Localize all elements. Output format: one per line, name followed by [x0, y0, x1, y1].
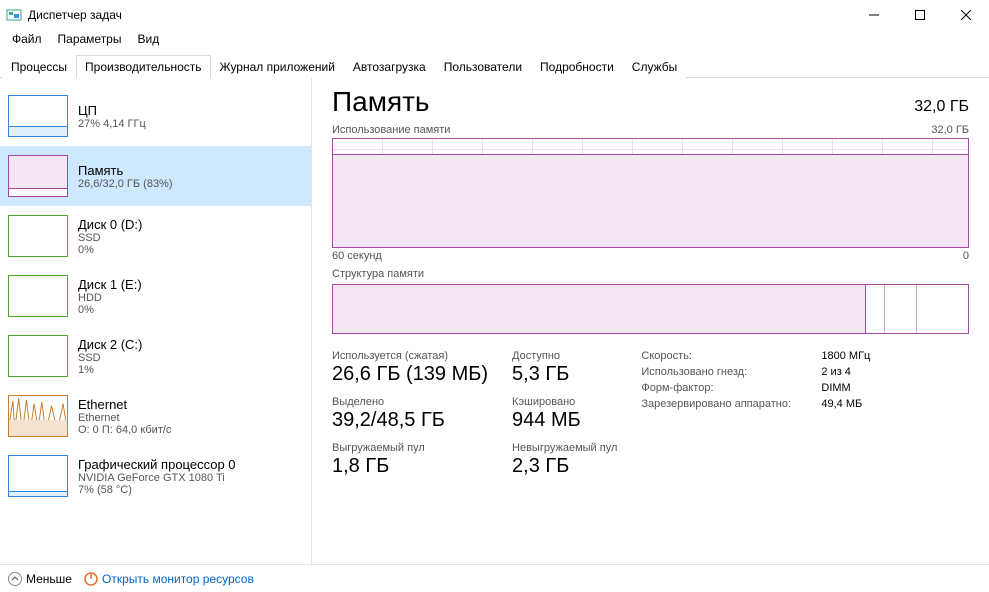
sidebar-mem-sub: 26,6/32,0 ГБ (83%): [78, 178, 173, 190]
sidebar-gpu-sub2: 7% (58 °C): [78, 484, 236, 496]
inuse-value: 26,6 ГБ (139 МБ): [332, 363, 488, 386]
sidebar-disk1-sub2: 0%: [78, 304, 142, 316]
composition-graph: [332, 284, 969, 334]
page-title: Память: [332, 86, 430, 118]
hw-key: Зарезервировано аппаратно:: [641, 398, 821, 410]
nonpaged-label: Невыгружаемый пул: [512, 442, 617, 454]
composition-label: Структура памяти: [332, 268, 424, 280]
close-button[interactable]: [943, 0, 989, 30]
window-title: Диспетчер задач: [28, 8, 851, 22]
footer: Меньше Открыть монитор ресурсов: [0, 564, 989, 592]
cached-label: Кэшировано: [512, 396, 617, 408]
titlebar: Диспетчер задач: [0, 0, 989, 30]
menubar: Файл Параметры Вид: [0, 30, 989, 50]
tab-performance[interactable]: Производительность: [76, 55, 210, 78]
fewer-details-toggle[interactable]: Меньше: [8, 572, 72, 586]
minimize-button[interactable]: [851, 0, 897, 30]
speed-key: Скорость:: [641, 350, 821, 362]
committed-value: 39,2/48,5 ГБ: [332, 409, 488, 432]
main-panel: Память 32,0 ГБ Использование памяти 32,0…: [312, 78, 989, 564]
sidebar-item-memory[interactable]: Память 26,6/32,0 ГБ (83%): [0, 146, 311, 206]
sidebar-item-disk0[interactable]: Диск 0 (D:) SSD 0%: [0, 206, 311, 266]
sidebar-cpu-name: ЦП: [78, 103, 146, 118]
speed-value: 1800 МГц: [821, 350, 870, 362]
app-icon: [6, 7, 22, 23]
tab-startup[interactable]: Автозагрузка: [344, 55, 435, 78]
tab-users[interactable]: Пользователи: [435, 55, 531, 78]
open-resource-monitor-link[interactable]: Открыть монитор ресурсов: [84, 572, 254, 586]
capacity-label: 32,0 ГБ: [914, 98, 969, 116]
sidebar-item-disk2[interactable]: Диск 2 (C:) SSD 1%: [0, 326, 311, 386]
tabs: Процессы Производительность Журнал прило…: [0, 54, 989, 78]
tab-services[interactable]: Службы: [623, 55, 686, 78]
sidebar-eth-sub2: О: 0 П: 64,0 кбит/с: [78, 424, 171, 436]
sidebar-item-gpu[interactable]: Графический процессор 0 NVIDIA GeForce G…: [0, 446, 311, 506]
sidebar: ЦП 27% 4,14 ГГц Память 26,6/32,0 ГБ (83%…: [0, 78, 312, 564]
axis-left: 60 секунд: [332, 250, 382, 262]
sidebar-item-cpu[interactable]: ЦП 27% 4,14 ГГц: [0, 86, 311, 146]
sidebar-disk0-sub1: SSD: [78, 232, 142, 244]
disk0-thumbnail: [8, 215, 68, 257]
avail-label: Доступно: [512, 350, 617, 362]
form-key: Форм-фактор:: [641, 382, 821, 394]
axis-right: 0: [963, 250, 969, 262]
disk2-thumbnail: [8, 335, 68, 377]
inuse-label: Используется (сжатая): [332, 350, 488, 362]
sidebar-disk2-sub1: SSD: [78, 352, 142, 364]
disk1-thumbnail: [8, 275, 68, 317]
menu-options[interactable]: Параметры: [50, 30, 130, 50]
sidebar-item-ethernet[interactable]: Ethernet Ethernet О: 0 П: 64,0 кбит/с: [0, 386, 311, 446]
cpu-thumbnail: [8, 95, 68, 137]
paged-value: 1,8 ГБ: [332, 455, 488, 478]
tab-processes[interactable]: Процессы: [2, 55, 76, 78]
sidebar-cpu-sub: 27% 4,14 ГГц: [78, 118, 146, 130]
paged-label: Выгружаемый пул: [332, 442, 488, 454]
menu-view[interactable]: Вид: [129, 30, 167, 50]
resource-monitor-icon: [84, 572, 98, 586]
cached-value: 944 МБ: [512, 409, 617, 432]
chevron-up-icon: [8, 572, 22, 586]
sidebar-disk2-sub2: 1%: [78, 364, 142, 376]
hw-value: 49,4 МБ: [821, 398, 862, 410]
nonpaged-value: 2,3 ГБ: [512, 455, 617, 478]
committed-label: Выделено: [332, 396, 488, 408]
sidebar-disk1-name: Диск 1 (E:): [78, 277, 142, 292]
sidebar-disk0-sub2: 0%: [78, 244, 142, 256]
sidebar-disk2-name: Диск 2 (C:): [78, 337, 142, 352]
maximize-button[interactable]: [897, 0, 943, 30]
memory-thumbnail: [8, 155, 68, 197]
gpu-thumbnail: [8, 455, 68, 497]
menu-file[interactable]: Файл: [4, 30, 50, 50]
resmon-label: Открыть монитор ресурсов: [102, 572, 254, 586]
tab-details[interactable]: Подробности: [531, 55, 623, 78]
tab-app-history[interactable]: Журнал приложений: [211, 55, 344, 78]
slots-value: 2 из 4: [821, 366, 851, 378]
slots-key: Использовано гнезд:: [641, 366, 821, 378]
sidebar-eth-name: Ethernet: [78, 397, 171, 412]
sidebar-disk1-sub1: HDD: [78, 292, 142, 304]
sidebar-gpu-sub1: NVIDIA GeForce GTX 1080 Ti: [78, 472, 236, 484]
sidebar-gpu-name: Графический процессор 0: [78, 457, 236, 472]
fewer-label: Меньше: [26, 572, 72, 586]
usage-graph: [332, 138, 969, 248]
sidebar-eth-sub1: Ethernet: [78, 412, 171, 424]
ethernet-thumbnail: [8, 395, 68, 437]
sidebar-disk0-name: Диск 0 (D:): [78, 217, 142, 232]
usage-graph-label: Использование памяти: [332, 124, 450, 136]
sidebar-item-disk1[interactable]: Диск 1 (E:) HDD 0%: [0, 266, 311, 326]
form-value: DIMM: [821, 382, 850, 394]
usage-graph-max: 32,0 ГБ: [931, 124, 969, 136]
avail-value: 5,3 ГБ: [512, 363, 617, 386]
sidebar-mem-name: Память: [78, 163, 173, 178]
